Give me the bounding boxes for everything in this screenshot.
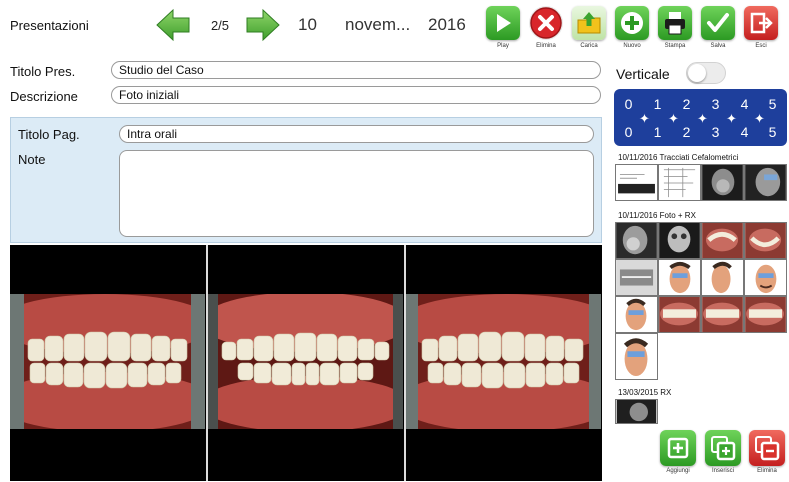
load-button[interactable]: Carica bbox=[570, 6, 608, 56]
thumbnail[interactable] bbox=[615, 222, 658, 259]
thumbnail[interactable] bbox=[615, 259, 658, 296]
toggle-knob bbox=[688, 64, 706, 82]
print-button[interactable]: Stampa bbox=[656, 6, 694, 56]
thumbnail[interactable] bbox=[658, 259, 701, 296]
thumbnail[interactable] bbox=[615, 296, 658, 333]
thumbnail[interactable] bbox=[701, 259, 744, 296]
date-day[interactable]: 10 bbox=[298, 15, 317, 35]
delete-page-icon bbox=[749, 430, 785, 466]
delete-button[interactable]: Elimina bbox=[527, 6, 565, 56]
thumbnail[interactable] bbox=[744, 296, 787, 333]
exit-button[interactable]: Esci bbox=[742, 6, 780, 56]
add-button[interactable]: Aggiungi bbox=[658, 430, 698, 482]
exit-label: Esci bbox=[755, 43, 767, 49]
checkmark-icon bbox=[701, 6, 735, 40]
thumbnail[interactable] bbox=[744, 164, 787, 201]
vertical-toggle[interactable] bbox=[686, 62, 726, 84]
play-button[interactable]: Play bbox=[484, 6, 522, 56]
delete-page-button[interactable]: Elimina bbox=[747, 430, 787, 482]
add-page-icon bbox=[660, 430, 696, 466]
date-picker[interactable]: 10 novem... 2016 bbox=[288, 10, 476, 40]
thumbnail[interactable] bbox=[701, 164, 744, 201]
photo-strip bbox=[10, 245, 602, 481]
thumbnail[interactable] bbox=[658, 222, 701, 259]
next-page-button[interactable] bbox=[245, 7, 281, 43]
date-year[interactable]: 2016 bbox=[428, 15, 466, 35]
presentation-title-input[interactable]: Studio del Caso bbox=[111, 61, 601, 79]
thumbnail[interactable] bbox=[615, 164, 658, 201]
app-title: Presentazioni bbox=[10, 18, 89, 33]
exit-icon bbox=[744, 6, 778, 40]
number-grid: 0 1 2 3 4 5 0 1 2 3 4 5 ✦ ✦ ✦ ✦ ✦ bbox=[614, 89, 787, 146]
new-button[interactable]: Nuovo bbox=[613, 6, 651, 56]
photo-slot-2[interactable] bbox=[208, 294, 403, 429]
insert-button[interactable]: Inserisci bbox=[703, 430, 743, 482]
save-label: Salva bbox=[710, 43, 726, 49]
save-button[interactable]: Salva bbox=[699, 6, 737, 56]
plus-icon bbox=[615, 6, 649, 40]
date-month[interactable]: novem... bbox=[345, 15, 410, 35]
thumbnail[interactable] bbox=[615, 333, 658, 380]
sparkle-icon: ✦ bbox=[639, 111, 650, 126]
notes-textarea[interactable] bbox=[119, 150, 594, 237]
insert-label: Inserisci bbox=[711, 468, 734, 474]
arrow-right-icon bbox=[246, 8, 280, 42]
description-input[interactable]: Foto iniziali bbox=[111, 86, 601, 104]
previous-page-button[interactable] bbox=[155, 7, 191, 43]
delete-icon bbox=[529, 6, 563, 40]
delete-page-label: Elimina bbox=[757, 468, 777, 474]
add-label: Aggiungi bbox=[666, 468, 690, 474]
thumbnail[interactable] bbox=[744, 222, 787, 259]
thumbnail[interactable] bbox=[615, 399, 658, 424]
thumbnail[interactable] bbox=[701, 222, 744, 259]
photo-slot-1[interactable] bbox=[10, 294, 205, 429]
section-label: 10/11/2016 Tracciati Cefalometrici bbox=[618, 153, 739, 162]
notes-label: Note bbox=[18, 152, 46, 167]
print-label: Stampa bbox=[664, 43, 686, 49]
section-label: 13/03/2015 RX bbox=[618, 388, 672, 397]
vertical-label: Verticale bbox=[616, 66, 670, 82]
thumbnail[interactable] bbox=[701, 296, 744, 333]
printer-icon bbox=[658, 6, 692, 40]
sparkle-icon: ✦ bbox=[668, 111, 679, 126]
sparkle-icon: ✦ bbox=[726, 111, 737, 126]
thumbnail[interactable] bbox=[658, 164, 701, 201]
thumbnail[interactable] bbox=[744, 259, 787, 296]
sparkle-icon: ✦ bbox=[754, 111, 765, 126]
page-details-panel: Titolo Pag. Intra orali Note bbox=[10, 117, 602, 243]
photo-slot-3[interactable] bbox=[406, 294, 601, 429]
page-indicator: 2/5 bbox=[210, 18, 230, 33]
presentation-title-label: Titolo Pres. bbox=[10, 64, 76, 79]
new-label: Nuovo bbox=[623, 43, 641, 49]
thumbnail[interactable] bbox=[658, 296, 701, 333]
load-label: Carica bbox=[580, 43, 598, 49]
description-label: Descrizione bbox=[10, 89, 78, 104]
page-title-label: Titolo Pag. bbox=[18, 127, 80, 142]
top-toolbar: Presentazioni 2/5 10 novem... 2016 Play … bbox=[0, 0, 789, 58]
load-icon bbox=[572, 6, 606, 40]
sparkle-icon: ✦ bbox=[697, 111, 708, 126]
play-label: Play bbox=[497, 43, 509, 49]
arrow-left-icon bbox=[156, 8, 190, 42]
delete-label: Elimina bbox=[536, 43, 556, 49]
section-label: 10/11/2016 Foto + RX bbox=[618, 211, 696, 220]
insert-page-icon bbox=[705, 430, 741, 466]
play-icon bbox=[486, 6, 520, 40]
page-title-input[interactable]: Intra orali bbox=[119, 125, 594, 143]
